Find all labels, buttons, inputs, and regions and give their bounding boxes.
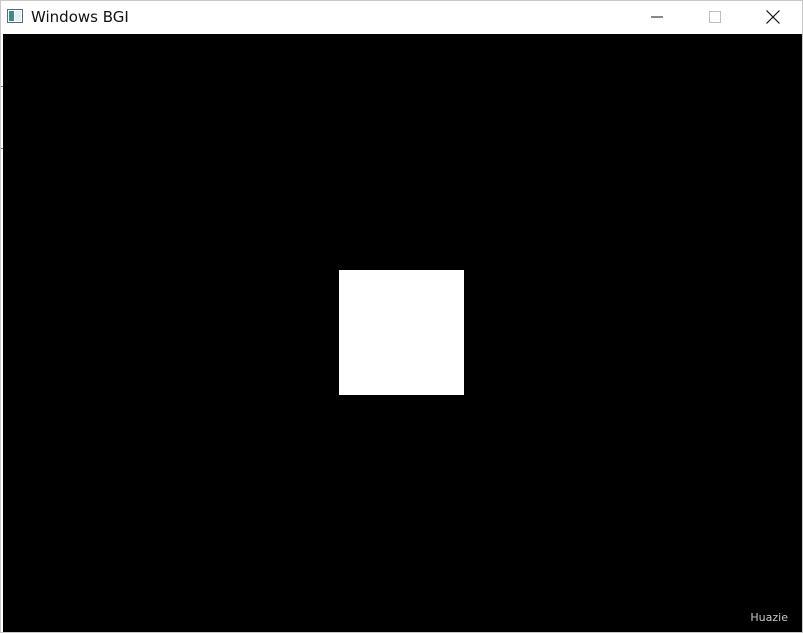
watermark-text: Huazie [750,611,788,624]
close-button[interactable] [744,1,802,33]
app-window-icon [7,9,23,23]
window-title: Windows BGI [31,8,129,26]
close-icon [766,10,780,24]
window-edge-marker [1,86,3,87]
white-square [339,270,464,395]
title-bar[interactable]: Windows BGI [1,1,802,33]
maximize-icon [709,11,721,23]
bgi-window: Windows BGI Huazie [0,0,803,633]
window-edge-marker [1,148,3,149]
maximize-button[interactable] [686,1,744,33]
graphics-canvas: Huazie [3,34,802,632]
minimize-icon [651,16,663,18]
minimize-button[interactable] [628,1,686,33]
